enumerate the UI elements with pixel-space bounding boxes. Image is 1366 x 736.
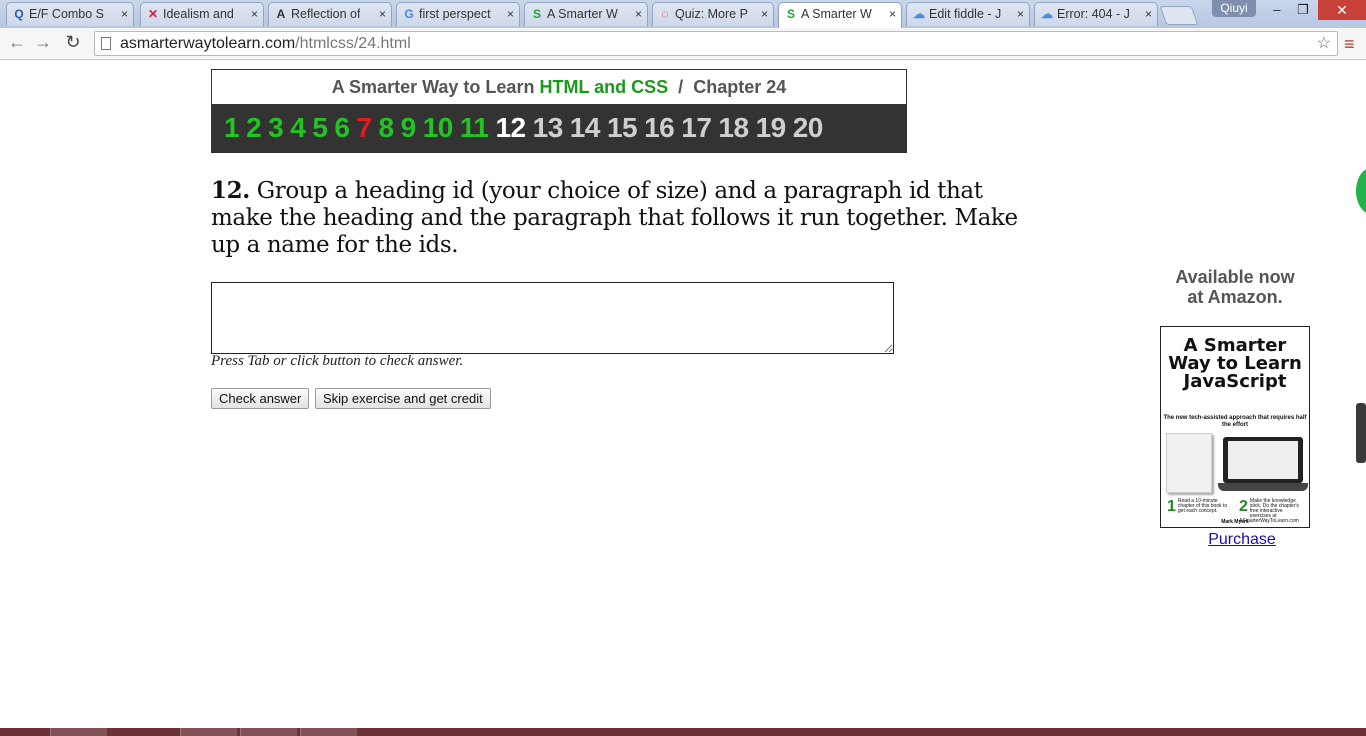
tab-favicon-icon: S (786, 7, 795, 21)
skip-exercise-button[interactable]: Skip exercise and get credit (315, 388, 491, 409)
tab-title: first perspect (419, 7, 491, 21)
book-laptop-base (1218, 483, 1308, 491)
question-number: 12. (211, 177, 250, 204)
exercise-number-link[interactable]: 14 (570, 104, 601, 152)
taskbar-item[interactable] (240, 728, 297, 736)
minimize-icon[interactable]: – (1264, 2, 1290, 17)
browser-tab[interactable]: Q E/F Combo S × (6, 2, 134, 26)
tab-close-icon[interactable]: × (121, 3, 128, 25)
forward-icon[interactable]: → (32, 32, 54, 53)
tab-close-icon[interactable]: × (379, 3, 386, 25)
exercise-number-link[interactable]: 15 (607, 104, 638, 152)
exercise-number-link[interactable]: 10 (423, 104, 454, 152)
tab-close-icon[interactable]: × (635, 3, 642, 25)
exercise-number-link[interactable]: 1 (224, 104, 240, 152)
book-cover[interactable]: A Smarter Way to Learn JavaScript The ne… (1160, 326, 1310, 528)
new-tab-button[interactable] (1159, 6, 1199, 25)
tab-title: Error: 404 - J (1057, 7, 1130, 21)
back-icon[interactable]: ← (6, 32, 28, 53)
tab-favicon-icon: S (532, 7, 541, 21)
tab-title: Reflection of (291, 7, 361, 21)
reload-icon[interactable]: ↻ (62, 32, 84, 53)
exercise-number-link[interactable]: 20 (793, 104, 824, 152)
exercise-number-link[interactable]: 4 (290, 104, 306, 152)
tab-favicon-icon: ✕ (147, 7, 159, 21)
page-icon (101, 37, 111, 50)
check-answer-button[interactable]: Check answer (211, 388, 310, 409)
profile-button[interactable]: Qiuyi (1212, 0, 1256, 17)
browser-tab[interactable]: Gfirst perspect × (396, 2, 520, 26)
tab-favicon-icon: G (404, 7, 414, 21)
exercise-number-link[interactable]: 7 (356, 104, 372, 152)
exercise-number-link[interactable]: 16 (644, 104, 675, 152)
browser-tab[interactable]: A Reflection of × (268, 2, 392, 26)
exercise-number-link[interactable]: 3 (268, 104, 284, 152)
restore-icon[interactable]: ❐ (1290, 2, 1316, 18)
exercise-number-link[interactable]: 6 (334, 104, 350, 152)
tab-favicon-icon: ☁ (913, 7, 925, 21)
book-step-1: 1 Read a 10-minute chapter of this book t… (1167, 498, 1228, 515)
tab-title: Quiz: More P (675, 7, 748, 21)
exercise-number-link[interactable]: 12 (495, 104, 526, 152)
answer-input[interactable] (211, 282, 894, 354)
browser-tab[interactable]: ◌ Quiz: More P × (652, 2, 774, 26)
book-author: Mark Myers (1221, 519, 1249, 525)
exercise-number-link[interactable]: 5 (312, 104, 328, 152)
tab-title: A Smarter W (547, 7, 618, 21)
browser-menu-icon[interactable]: ≡ (1344, 34, 1355, 55)
tab-favicon-icon: A (276, 7, 286, 21)
tab-close-icon[interactable]: × (1145, 3, 1152, 25)
book-title: A Smarter Way to Learn JavaScript (1168, 335, 1302, 392)
exercise-question: 12. Group a heading id (your choice of s… (211, 177, 1031, 259)
tab-title: E/F Combo S (29, 7, 105, 21)
browser-tab[interactable]: ✕ Idealism and × (140, 2, 264, 26)
chapter-header: A Smarter Way to Learn HTML and CSS / Ch… (211, 69, 907, 153)
book-subtitle: The new tech-assisted approach that requ… (1163, 415, 1307, 428)
browser-tab[interactable]: ☁ Edit fiddle - J × (906, 2, 1030, 26)
book-laptop-image (1223, 437, 1303, 483)
exercise-navigation: 1 2 3 4 5 6 7 8 9 10 11 12 13 14 15 16 17 18 19 20 (212, 104, 906, 152)
tab-close-icon[interactable]: × (889, 3, 896, 25)
browser-tab[interactable]: ☁ Error: 404 - J × (1034, 2, 1158, 26)
answer-hint: Press Tab or click button to check answe… (211, 353, 464, 369)
tab-favicon-icon: Q (14, 7, 24, 21)
tab-close-icon[interactable]: × (761, 3, 768, 25)
exercise-number-link[interactable]: 18 (718, 104, 749, 152)
amazon-promo-text: Available now at Amazon. (1175, 267, 1295, 307)
tab-favicon-icon: ☁ (1041, 7, 1053, 21)
tab-favicon-icon: ◌ (661, 7, 669, 21)
book-paper-image (1166, 433, 1212, 493)
tab-title: Edit fiddle - J (929, 7, 1002, 21)
taskbar-item[interactable] (300, 728, 357, 736)
url-text[interactable]: asmarterwaytolearn.com/htmlcss/24.html (120, 35, 411, 53)
taskbar-item[interactable] (180, 728, 237, 736)
tab-close-icon[interactable]: × (251, 3, 258, 25)
os-taskbar (0, 728, 1366, 736)
bookmark-star-icon[interactable]: ☆ (1317, 33, 1331, 53)
browser-tab[interactable]: S A Smarter W × (778, 2, 902, 28)
tab-strip: Q E/F Combo S × ✕ Idealism and × A Reflection o… (0, 0, 1366, 28)
purchase-link[interactable]: Purchase (1160, 531, 1324, 549)
tab-close-icon[interactable]: × (507, 3, 514, 25)
floating-widget[interactable] (1356, 168, 1366, 214)
exercise-number-link[interactable]: 17 (681, 104, 712, 152)
exercise-number-link[interactable]: 13 (533, 104, 564, 152)
tab-title: Idealism and (163, 7, 234, 21)
close-window-icon[interactable]: ✕ (1318, 0, 1366, 20)
exercise-number-link[interactable]: 11 (460, 104, 489, 152)
browser-tab[interactable]: S A Smarter W × (524, 2, 648, 26)
address-bar[interactable]: asmarterwaytolearn.com/htmlcss/24.html ☆ (94, 31, 1338, 56)
side-scroll-handle[interactable] (1356, 403, 1366, 463)
tab-close-icon[interactable]: × (1017, 3, 1024, 25)
exercise-number-link[interactable]: 8 (379, 104, 395, 152)
tab-title: A Smarter W (801, 7, 872, 21)
taskbar-item[interactable] (50, 728, 107, 736)
question-text: Group a heading id (your choice of size)… (211, 178, 1018, 258)
exercise-number-link[interactable]: 2 (246, 104, 262, 152)
exercise-number-link[interactable]: 19 (756, 104, 787, 152)
browser-toolbar: ← → ↻ asmarterwaytolearn.com/htmlcss/24.… (0, 28, 1366, 60)
chapter-title: A Smarter Way to Learn HTML and CSS / Ch… (331, 77, 787, 97)
exercise-number-link[interactable]: 9 (401, 104, 417, 152)
